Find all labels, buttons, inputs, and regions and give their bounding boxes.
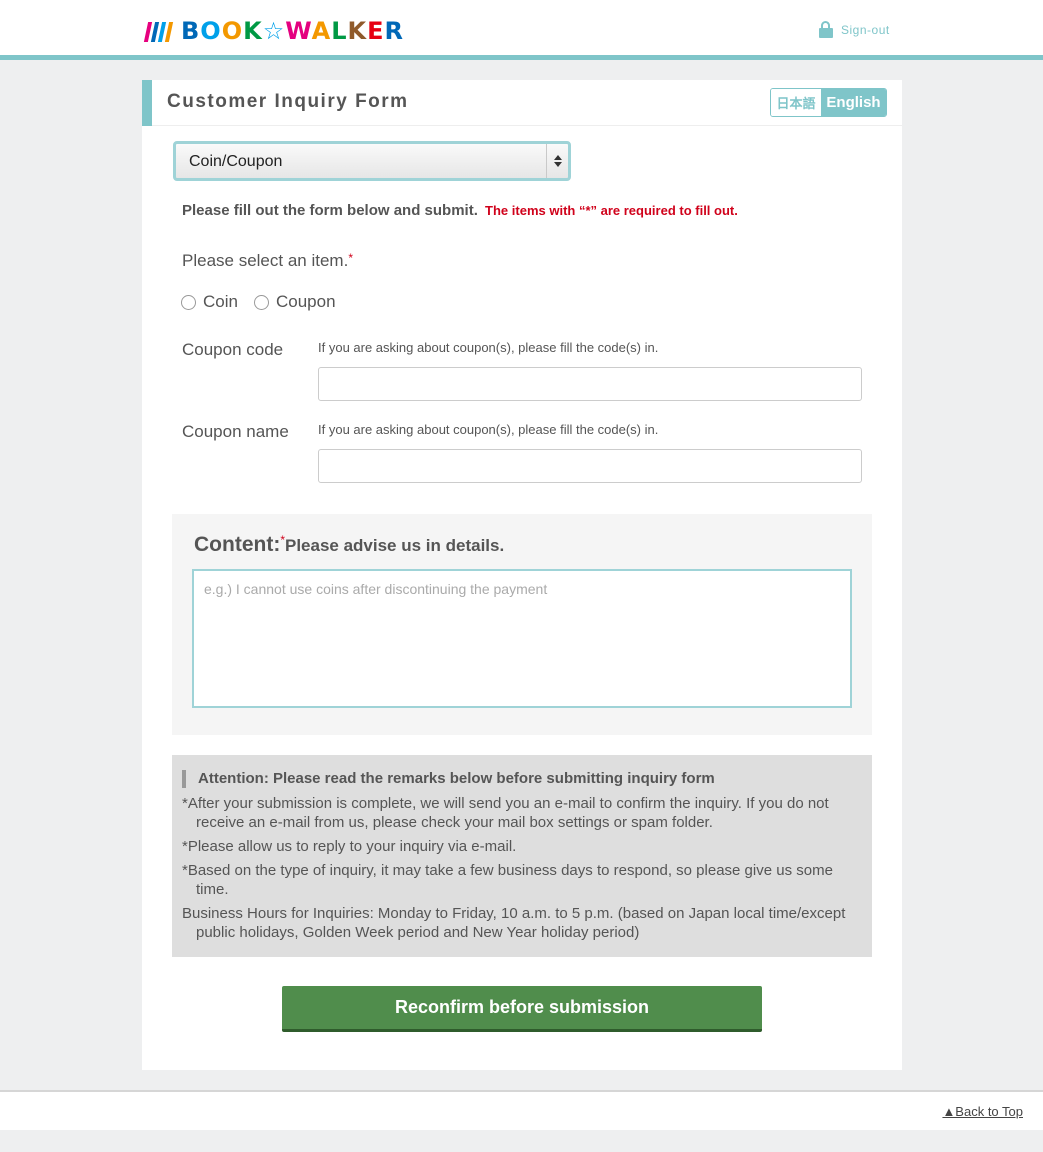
- content-textarea[interactable]: [192, 569, 852, 708]
- site-footer: ▲Back to Top: [0, 1092, 1043, 1130]
- required-note: The items with “*” are required to fill …: [485, 203, 738, 218]
- attention-item: *After your submission is complete, we w…: [182, 795, 829, 831]
- attention-title: Attention: Please read the remarks below…: [182, 770, 715, 788]
- radio-coupon[interactable]: Coupon: [253, 292, 336, 312]
- back-to-top-link[interactable]: ▲Back to Top: [942, 1104, 1023, 1119]
- radio-coin[interactable]: Coin: [181, 292, 238, 312]
- lock-icon: [819, 21, 833, 39]
- coupon-code-hint: If you are asking about coupon(s), pleas…: [318, 340, 659, 355]
- title-accent: [142, 80, 152, 126]
- attention-item: *Please allow us to reply to your inquir…: [182, 838, 517, 855]
- content-section: Content:*Please advise us in details.: [172, 514, 872, 735]
- instruction-text: Please fill out the form below and submi…: [182, 202, 478, 219]
- category-select[interactable]: Coin/Coupon: [173, 141, 571, 181]
- attention-list: *After your submission is complete, we w…: [182, 794, 852, 947]
- content-label: Content:: [194, 533, 281, 556]
- coupon-name-label: Coupon name: [182, 422, 289, 441]
- content-sub-label: Please advise us in details.: [284, 536, 505, 555]
- radio-coupon-label: Coupon: [275, 292, 336, 311]
- attention-item: *Based on the type of inquiry, it may ta…: [182, 862, 833, 898]
- coupon-code-label: Coupon code: [182, 340, 284, 359]
- coupon-name-input[interactable]: [318, 449, 862, 483]
- radio-coin-label: Coin: [203, 292, 238, 311]
- radio-coin-circle[interactable]: [181, 294, 196, 310]
- attention-box: Attention: Please read the remarks below…: [172, 755, 872, 957]
- site-header: BOOK☆WALKER Sign-out: [0, 0, 1043, 55]
- coupon-name-hint: If you are asking about coupon(s), pleas…: [318, 422, 659, 437]
- lang-japanese-button[interactable]: 日本語: [771, 89, 821, 116]
- select-arrows-icon: [546, 144, 568, 178]
- language-switch: 日本語 English: [770, 88, 887, 117]
- radio-coupon-circle[interactable]: [253, 294, 269, 310]
- page-title: Customer Inquiry Form: [167, 91, 409, 112]
- select-item-label: Please select an item.*: [182, 251, 353, 271]
- item-radio-group: Coin Coupon: [181, 292, 336, 312]
- bookwalker-logo[interactable]: BOOK☆WALKER: [143, 17, 405, 45]
- inquiry-form-card: Customer Inquiry Form 日本語 English Coin/C…: [142, 80, 902, 1070]
- signout-label: Sign-out: [841, 23, 890, 37]
- form-instruction: Please fill out the form below and submi…: [182, 202, 738, 219]
- reconfirm-submit-button[interactable]: Reconfirm before submission: [282, 986, 762, 1032]
- attention-item: Business Hours for Inquiries: Monday to …: [182, 905, 846, 941]
- header-divider: [0, 55, 1043, 60]
- lang-english-button[interactable]: English: [821, 89, 886, 116]
- required-star: *: [348, 251, 353, 265]
- title-bar: Customer Inquiry Form 日本語 English: [142, 80, 902, 126]
- select-item-text: Please select an item.: [182, 251, 349, 270]
- content-title: Content:*Please advise us in details.: [194, 533, 504, 557]
- logo-text: BOOK☆WALKER: [181, 17, 405, 45]
- signout-link[interactable]: Sign-out: [819, 21, 890, 39]
- logo-bars-icon: [143, 20, 174, 42]
- category-select-value: Coin/Coupon: [189, 153, 283, 170]
- coupon-code-input[interactable]: [318, 367, 862, 401]
